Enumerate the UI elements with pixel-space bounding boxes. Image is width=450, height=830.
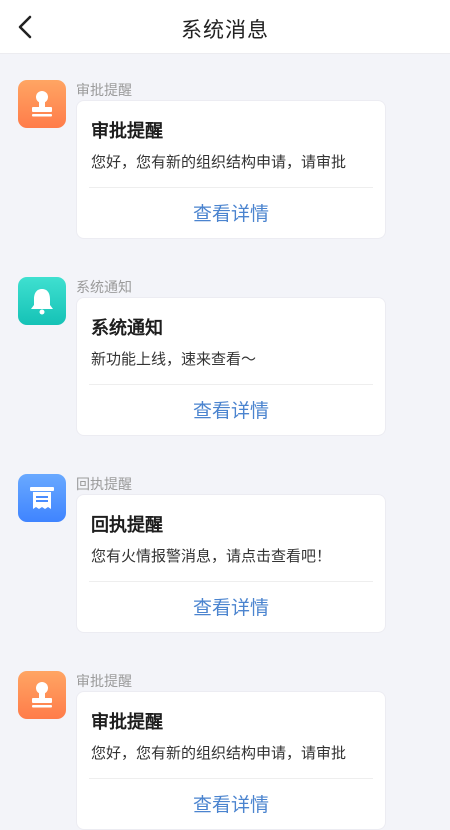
- view-details-button[interactable]: 查看详情: [77, 593, 385, 620]
- message-title: 审批提醒: [91, 121, 163, 142]
- divider: [89, 384, 373, 385]
- message-title: 审批提醒: [91, 712, 163, 733]
- view-details-button[interactable]: 查看详情: [77, 396, 385, 423]
- divider: [89, 187, 373, 188]
- message-category: 系统通知: [76, 280, 132, 296]
- message-item: 审批提醒 审批提醒 您好，您有新的组织结构申请，请审批 查看详情: [0, 54, 450, 239]
- view-details-button[interactable]: 查看详情: [77, 790, 385, 817]
- message-item: 审批提醒 审批提醒 您好，您有新的组织结构申请，请审批 查看详情: [0, 645, 450, 830]
- message-title: 系统通知: [91, 318, 163, 339]
- message-category: 审批提醒: [76, 674, 132, 690]
- stamp-icon: [18, 80, 66, 128]
- message-body: 您有火情报警消息，请点击查看吧！: [91, 547, 332, 565]
- message-item: 系统通知 系统通知 新功能上线，速来查看～ 查看详情: [0, 251, 450, 436]
- view-details-button[interactable]: 查看详情: [77, 199, 385, 226]
- message-item: 回执提醒 回执提醒 您有火情报警消息，请点击查看吧！ 查看详情: [0, 448, 450, 633]
- message-body: 您好，您有新的组织结构申请，请审批: [91, 744, 347, 762]
- message-category: 回执提醒: [76, 477, 132, 493]
- divider: [89, 778, 373, 779]
- message-card: 审批提醒 您好，您有新的组织结构申请，请审批 查看详情: [76, 691, 386, 830]
- message-card: 系统通知 新功能上线，速来查看～ 查看详情: [76, 297, 386, 436]
- message-card: 审批提醒 您好，您有新的组织结构申请，请审批 查看详情: [76, 100, 386, 239]
- message-title: 回执提醒: [91, 515, 163, 536]
- message-card: 回执提醒 您有火情报警消息，请点击查看吧！ 查看详情: [76, 494, 386, 633]
- bell-icon: [18, 277, 66, 325]
- header-bar: 系统消息: [0, 0, 450, 54]
- message-body: 您好，您有新的组织结构申请，请审批: [91, 153, 347, 171]
- page-title: 系统消息: [181, 18, 269, 42]
- receipt-icon: [18, 474, 66, 522]
- message-category: 审批提醒: [76, 83, 132, 99]
- stamp-icon: [18, 671, 66, 719]
- message-body: 新功能上线，速来查看～: [91, 350, 257, 368]
- divider: [89, 581, 373, 582]
